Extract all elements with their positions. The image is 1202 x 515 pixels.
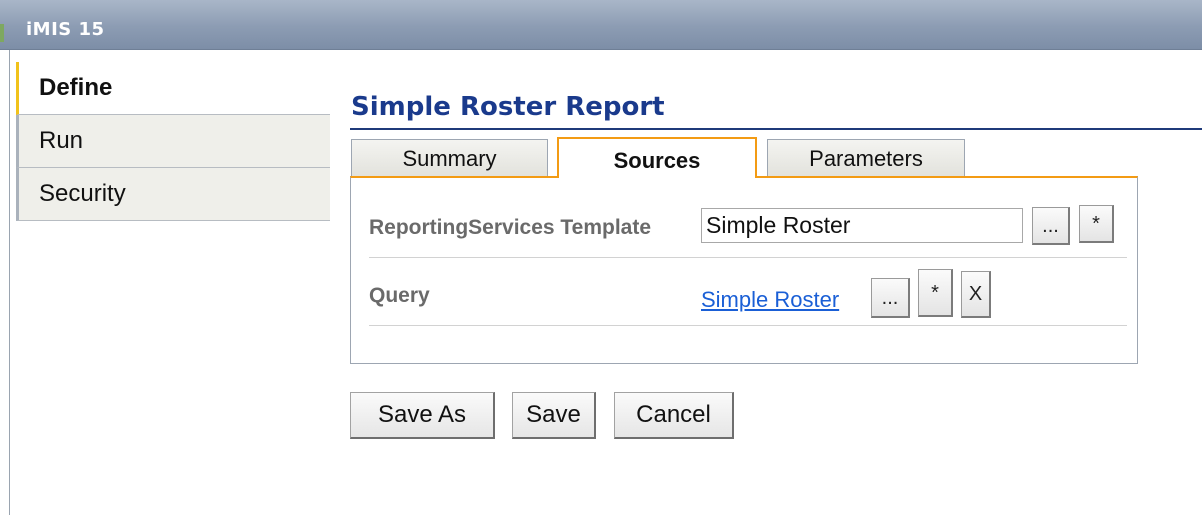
cancel-button[interactable]: Cancel xyxy=(614,392,734,439)
app-title: iMIS 15 xyxy=(26,19,105,40)
window-edge-marker xyxy=(0,24,4,42)
tab-label: Parameters xyxy=(809,146,923,171)
query-remove-button[interactable]: X xyxy=(961,271,991,318)
sidebar-item-label: Define xyxy=(39,74,113,101)
sidebar-item-run[interactable]: Run xyxy=(16,115,330,168)
query-clear-button[interactable]: * xyxy=(918,269,953,317)
left-divider xyxy=(9,50,10,515)
save-button[interactable]: Save xyxy=(512,392,596,439)
save-as-button[interactable]: Save As xyxy=(350,392,495,439)
template-input[interactable] xyxy=(701,208,1023,243)
sources-panel: ReportingServices Template ... * Query S… xyxy=(350,176,1138,364)
title-divider xyxy=(350,128,1202,130)
side-navigation: Define Run Security xyxy=(16,62,330,221)
sidebar-item-label: Security xyxy=(39,180,126,207)
page-title: Simple Roster Report xyxy=(351,92,665,122)
sidebar-item-define[interactable]: Define xyxy=(16,62,330,115)
template-clear-button[interactable]: * xyxy=(1079,205,1114,243)
template-row: ReportingServices Template ... * xyxy=(369,200,1127,258)
query-link[interactable]: Simple Roster xyxy=(701,287,839,313)
query-browse-button[interactable]: ... xyxy=(871,278,910,318)
tab-sources[interactable]: Sources xyxy=(557,137,757,178)
query-label: Query xyxy=(369,284,430,307)
sidebar-item-security[interactable]: Security xyxy=(16,168,330,221)
template-browse-button[interactable]: ... xyxy=(1032,207,1070,245)
tab-label: Summary xyxy=(402,146,497,171)
tab-label: Sources xyxy=(613,148,701,173)
app-title-bar: iMIS 15 xyxy=(0,0,1202,50)
tab-parameters[interactable]: Parameters xyxy=(767,139,965,177)
template-label: ReportingServices Template xyxy=(369,216,652,239)
sidebar-item-label: Run xyxy=(39,127,84,154)
tab-summary[interactable]: Summary xyxy=(351,139,548,177)
query-row: Query Simple Roster ... * X xyxy=(369,258,1127,326)
